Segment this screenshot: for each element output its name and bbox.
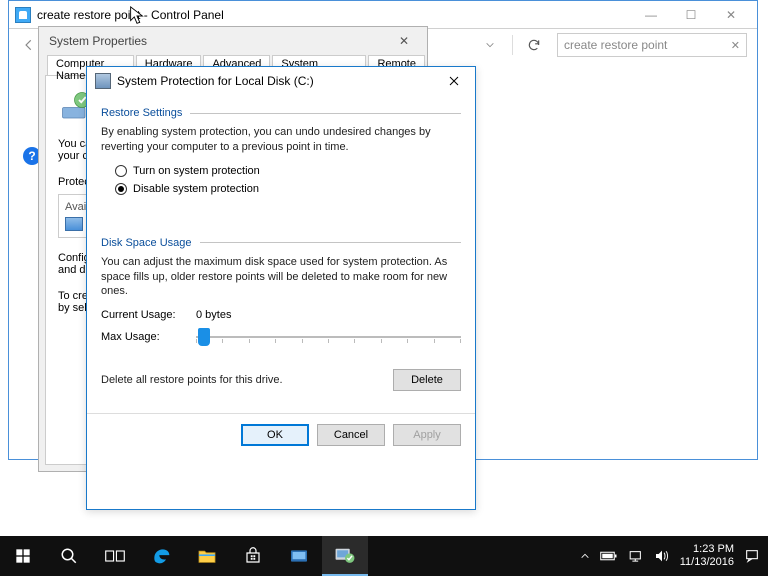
control-panel-title: create restore point - Control Panel [37, 8, 224, 22]
system-properties-title: System Properties [49, 34, 147, 48]
radio-disable-label: Disable system protection [133, 183, 259, 195]
drive-icon [65, 217, 83, 231]
slider-thumb-icon[interactable] [198, 328, 210, 346]
disk-space-usage-desc: You can adjust the maximum disk space us… [101, 255, 461, 300]
system-protection-config-window: System Protection for Local Disk (C:) Re… [86, 66, 476, 510]
edge-icon[interactable] [138, 536, 184, 576]
taskbar-time: 1:23 PM [680, 543, 734, 556]
control-panel-icon [15, 7, 31, 23]
taskbar-clock[interactable]: 1:23 PM 11/13/2016 [680, 543, 734, 568]
apply-button: Apply [393, 424, 461, 446]
max-usage-slider[interactable] [196, 327, 461, 347]
config-close-icon[interactable] [441, 70, 467, 92]
taskbar-date: 11/13/2016 [680, 556, 734, 569]
file-explorer-icon[interactable] [184, 536, 230, 576]
control-panel-titlebar[interactable]: create restore point - Control Panel — ☐… [9, 1, 757, 29]
restore-settings-header: Restore Settings [101, 107, 182, 119]
tray-volume-icon[interactable] [654, 549, 670, 563]
current-usage-label: Current Usage: [101, 309, 196, 321]
tray-network-icon[interactable] [628, 549, 644, 563]
refresh-icon[interactable] [521, 32, 547, 58]
minimize-button[interactable]: — [631, 3, 671, 27]
system-properties-titlebar[interactable]: System Properties ✕ [39, 27, 427, 55]
radio-turn-on[interactable]: Turn on system protection [115, 165, 461, 177]
ok-button[interactable]: OK [241, 424, 309, 446]
search-clear-icon[interactable]: ✕ [731, 39, 740, 52]
current-usage-value: 0 bytes [196, 309, 231, 321]
drive-icon [95, 73, 111, 89]
radio-icon [115, 183, 127, 195]
tray-chevron-up-icon[interactable] [580, 551, 590, 561]
system-tray[interactable]: 1:23 PM 11/13/2016 [580, 543, 768, 568]
config-titlebar[interactable]: System Protection for Local Disk (C:) [87, 67, 475, 95]
search-placeholder: create restore point [564, 38, 667, 52]
tray-notifications-icon[interactable] [744, 548, 760, 564]
config-title: System Protection for Local Disk (C:) [117, 74, 314, 88]
close-button[interactable]: ✕ [711, 3, 751, 27]
delete-button[interactable]: Delete [393, 369, 461, 391]
search-icon[interactable] [46, 536, 92, 576]
delete-restore-points-text: Delete all restore points for this drive… [101, 373, 393, 388]
taskbar[interactable]: 1:23 PM 11/13/2016 [0, 536, 768, 576]
taskbar-app-1[interactable] [276, 536, 322, 576]
system-properties-close-icon[interactable]: ✕ [391, 30, 417, 52]
radio-icon [115, 165, 127, 177]
cancel-button[interactable]: Cancel [317, 424, 385, 446]
store-icon[interactable] [230, 536, 276, 576]
tray-battery-icon[interactable] [600, 550, 618, 562]
start-button[interactable] [0, 536, 46, 576]
radio-disable[interactable]: Disable system protection [115, 183, 461, 195]
taskbar-app-system[interactable] [322, 536, 368, 576]
max-usage-label: Max Usage: [101, 331, 196, 343]
disk-space-usage-header: Disk Space Usage [101, 237, 192, 249]
maximize-button[interactable]: ☐ [671, 3, 711, 27]
restore-settings-desc: By enabling system protection, you can u… [101, 125, 461, 155]
nav-recent-icon[interactable] [476, 31, 504, 59]
task-view-icon[interactable] [92, 536, 138, 576]
radio-turn-on-label: Turn on system protection [133, 165, 260, 177]
search-input[interactable]: create restore point ✕ [557, 33, 747, 57]
